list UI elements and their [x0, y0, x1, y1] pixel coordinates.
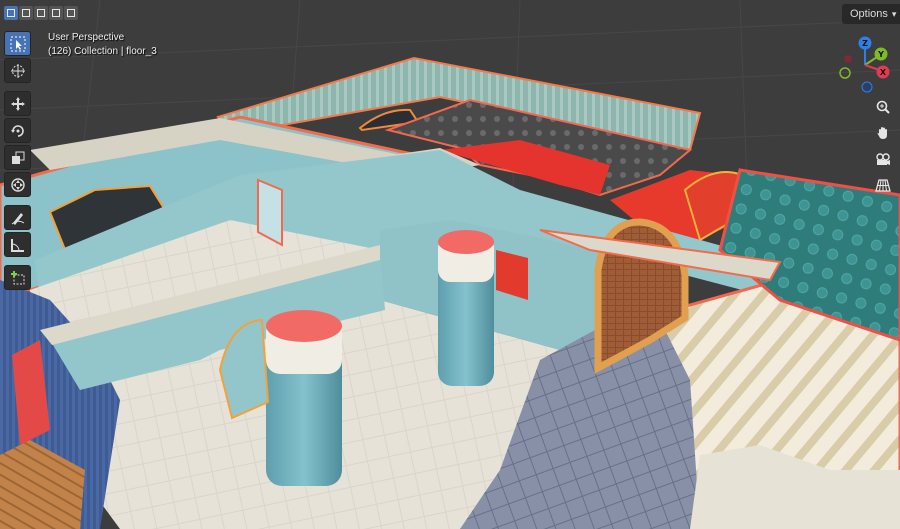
- select-subtract-icon: [37, 9, 45, 17]
- cursor-tool[interactable]: [4, 58, 31, 83]
- select-box-icon: [10, 36, 25, 51]
- viewport-info: User Perspective (126) Collection | floo…: [48, 31, 157, 59]
- navigation-buttons: [872, 96, 896, 200]
- viewport-header: Options: [0, 0, 900, 28]
- add-cube-icon: [10, 270, 24, 284]
- collection-info: (126) Collection | floor_3: [48, 46, 157, 57]
- transform-icon: [10, 177, 25, 192]
- rotate-icon: [10, 124, 24, 137]
- annotate-tool[interactable]: [4, 205, 31, 230]
- select-subtract-mode-button[interactable]: [34, 6, 48, 20]
- select-mode-group: [4, 6, 78, 20]
- select-extend-mode-button[interactable]: [19, 6, 33, 20]
- camera-icon: [876, 153, 890, 165]
- scale-tool[interactable]: [4, 145, 31, 170]
- 3d-viewport[interactable]: Options User Perspective (126) Collectio…: [0, 0, 900, 529]
- select-new-icon: [7, 9, 15, 17]
- neg-x-axis-icon[interactable]: [844, 55, 852, 63]
- tool-shelf: [4, 31, 33, 292]
- move-tool[interactable]: [4, 91, 31, 116]
- select-intersect-icon: [67, 9, 75, 17]
- measure-icon: [10, 238, 24, 252]
- ortho-toggle-button[interactable]: [872, 174, 894, 196]
- measure-tool[interactable]: [4, 232, 31, 257]
- z-axis-icon[interactable]: Z: [858, 36, 872, 50]
- neg-z-axis-icon[interactable]: [861, 81, 873, 93]
- x-axis-icon[interactable]: X: [876, 65, 890, 79]
- select-invert-mode-button[interactable]: [49, 6, 63, 20]
- svg-text:X: X: [880, 68, 887, 77]
- rotate-tool[interactable]: [4, 118, 31, 143]
- pan-button[interactable]: [872, 122, 894, 144]
- hand-icon: [877, 127, 887, 139]
- select-box-tool[interactable]: [4, 31, 31, 56]
- move-icon: [10, 96, 25, 111]
- zoom-icon: [876, 100, 890, 114]
- zoom-button[interactable]: [872, 96, 894, 118]
- navigation-gizmo[interactable]: Z Y X: [835, 35, 895, 95]
- options-dropdown[interactable]: Options: [842, 4, 900, 24]
- svg-text:Y: Y: [877, 50, 884, 59]
- annotate-icon: [11, 212, 24, 225]
- neg-y-axis-icon[interactable]: [839, 67, 851, 79]
- grid-icon: [875, 179, 891, 192]
- svg-text:Z: Z: [862, 39, 868, 48]
- add-cube-tool[interactable]: [4, 265, 31, 290]
- y-axis-icon[interactable]: Y: [874, 47, 888, 61]
- select-new-mode-button[interactable]: [4, 6, 18, 20]
- scene-render[interactable]: [0, 0, 900, 529]
- transform-tool[interactable]: [4, 172, 31, 197]
- select-intersect-mode-button[interactable]: [64, 6, 78, 20]
- select-invert-icon: [52, 9, 60, 17]
- camera-view-button[interactable]: [872, 148, 894, 170]
- scale-icon: [11, 151, 24, 164]
- view-name: User Perspective: [48, 32, 125, 43]
- cursor-icon: [10, 63, 25, 78]
- select-extend-icon: [22, 9, 30, 17]
